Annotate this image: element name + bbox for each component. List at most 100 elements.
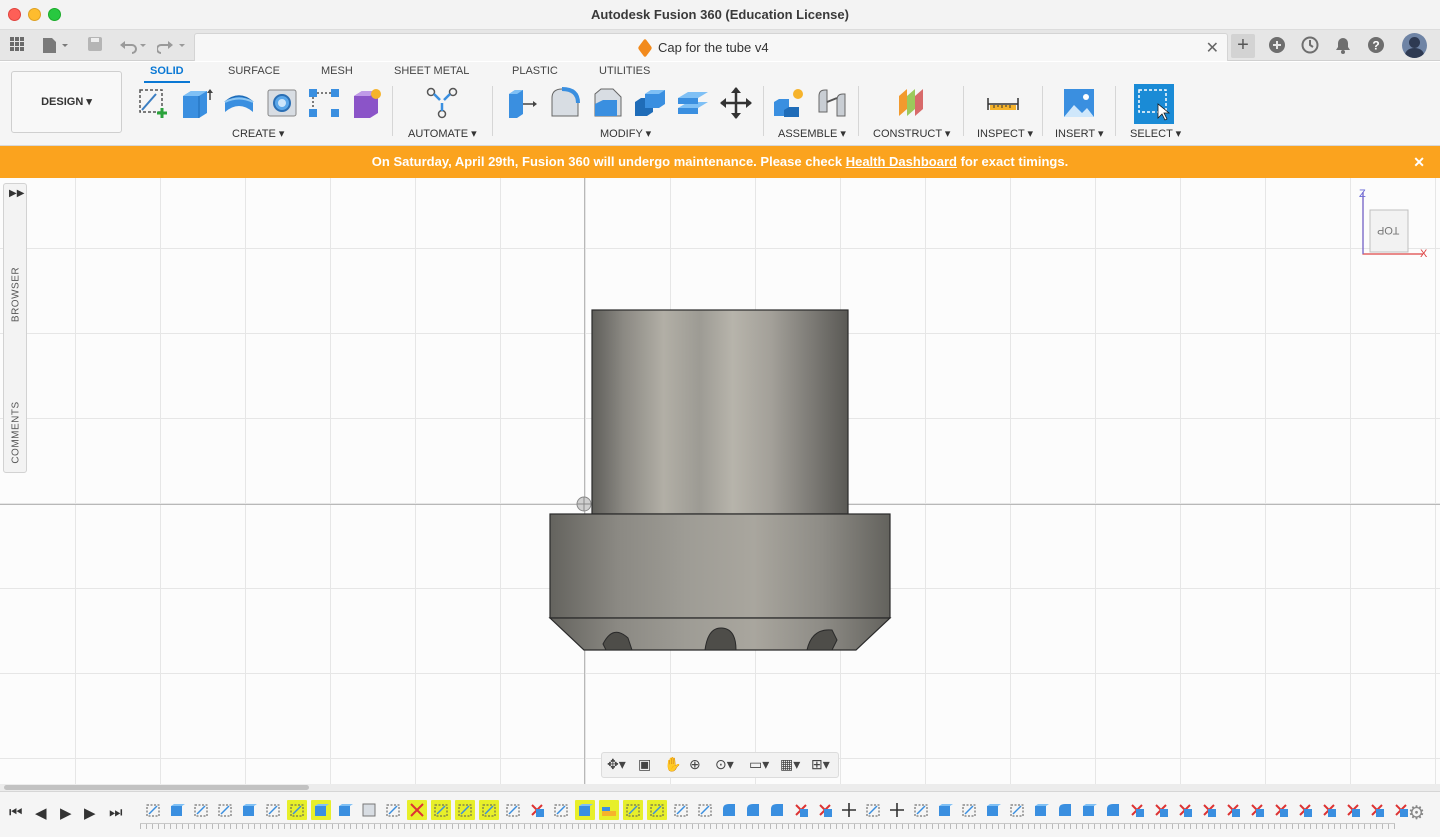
- browser-panel-tab[interactable]: BROWSER: [11, 267, 22, 322]
- close-banner-icon[interactable]: ✕: [1413, 146, 1425, 178]
- timeline-feature[interactable]: [287, 800, 307, 820]
- viewcube[interactable]: Z X TOP: [1356, 188, 1428, 260]
- step-forward-icon[interactable]: ▶: [84, 804, 96, 822]
- workspace-switcher-button[interactable]: DESIGN ▾: [11, 71, 122, 133]
- new-component-icon[interactable]: [772, 86, 806, 120]
- help-icon[interactable]: ?: [1366, 36, 1386, 56]
- timeline-feature[interactable]: [815, 800, 835, 820]
- zoom-icon[interactable]: ⊕: [689, 756, 701, 773]
- timeline-feature[interactable]: [335, 800, 355, 820]
- timeline-feature[interactable]: [1127, 800, 1147, 820]
- timeline-feature[interactable]: [191, 800, 211, 820]
- play-icon[interactable]: ▶: [60, 804, 72, 822]
- timeline-feature[interactable]: [1007, 800, 1027, 820]
- insert-image-icon[interactable]: [1062, 86, 1096, 120]
- timeline-feature[interactable]: [167, 800, 187, 820]
- measure-icon[interactable]: [986, 86, 1020, 120]
- timeline-feature[interactable]: [695, 800, 715, 820]
- timeline-feature[interactable]: [311, 800, 331, 820]
- timeline-feature[interactable]: [263, 800, 283, 820]
- cap-model[interactable]: [0, 178, 1440, 784]
- timeline-feature[interactable]: [527, 800, 547, 820]
- chamfer-icon[interactable]: [591, 86, 625, 120]
- save-icon[interactable]: [85, 36, 105, 56]
- timeline-feature[interactable]: [1223, 800, 1243, 820]
- timeline-feature[interactable]: [743, 800, 763, 820]
- insert-menu[interactable]: INSERT ▾: [1055, 127, 1104, 140]
- go-to-start-icon[interactable]: ⏮: [9, 804, 23, 821]
- timeline-feature[interactable]: [1151, 800, 1171, 820]
- modify-menu[interactable]: MODIFY ▾: [600, 127, 651, 140]
- joint-icon[interactable]: [815, 86, 849, 120]
- timeline-track[interactable]: [140, 823, 1395, 829]
- viewcube-face-label[interactable]: TOP: [1377, 224, 1399, 236]
- timeline-feature[interactable]: [1367, 800, 1387, 820]
- timeline-feature[interactable]: [503, 800, 523, 820]
- automate-menu[interactable]: AUTOMATE ▾: [408, 127, 477, 140]
- timeline-feature[interactable]: [1031, 800, 1051, 820]
- timeline-feature[interactable]: [1055, 800, 1075, 820]
- timeline-feature[interactable]: [1199, 800, 1219, 820]
- rectangular-pattern-icon[interactable]: [307, 86, 341, 120]
- file-icon[interactable]: [40, 36, 70, 56]
- timeline-feature[interactable]: [887, 800, 907, 820]
- tab-surface[interactable]: SURFACE: [228, 65, 280, 77]
- redo-icon[interactable]: [156, 36, 187, 56]
- automate-icon[interactable]: [425, 86, 459, 120]
- construct-menu[interactable]: CONSTRUCT ▾: [873, 127, 950, 140]
- timeline-feature[interactable]: [1247, 800, 1267, 820]
- timeline-feature[interactable]: [239, 800, 259, 820]
- press-pull-icon[interactable]: [505, 86, 539, 120]
- orbit-icon[interactable]: ✥▾: [607, 756, 626, 773]
- timeline-feature[interactable]: [791, 800, 811, 820]
- create-sketch-icon[interactable]: [136, 86, 170, 120]
- move-copy-icon[interactable]: [719, 86, 753, 120]
- undo-icon[interactable]: [118, 36, 148, 56]
- avatar[interactable]: [1402, 33, 1427, 58]
- tab-utilities[interactable]: UTILITIES: [599, 65, 650, 77]
- look-at-icon[interactable]: ▣: [638, 756, 651, 773]
- create-menu[interactable]: CREATE ▾: [232, 127, 284, 140]
- timeline-feature[interactable]: [383, 800, 403, 820]
- create-form-icon[interactable]: [350, 86, 384, 120]
- assemble-menu[interactable]: ASSEMBLE ▾: [778, 127, 846, 140]
- tab-plastic[interactable]: PLASTIC: [512, 65, 558, 77]
- timeline-feature[interactable]: [1295, 800, 1315, 820]
- timeline-feature[interactable]: [1343, 800, 1363, 820]
- timeline-feature[interactable]: [1079, 800, 1099, 820]
- timeline-feature[interactable]: [1175, 800, 1195, 820]
- timeline-feature[interactable]: [575, 800, 595, 820]
- timeline-feature[interactable]: [767, 800, 787, 820]
- timeline-feature[interactable]: [215, 800, 235, 820]
- step-back-icon[interactable]: ◀: [35, 804, 47, 822]
- tab-sheet-metal[interactable]: SHEET METAL: [394, 65, 469, 77]
- expand-panel-icon[interactable]: ▶▶: [9, 188, 24, 199]
- fit-icon[interactable]: ⊙▾: [715, 756, 734, 773]
- timeline-feature[interactable]: [1103, 800, 1123, 820]
- tab-mesh[interactable]: MESH: [321, 65, 353, 77]
- document-tab[interactable]: Cap for the tube v4 ✕: [194, 33, 1228, 61]
- offset-plane-icon[interactable]: [895, 86, 929, 120]
- timeline-feature[interactable]: [623, 800, 643, 820]
- revolve-icon[interactable]: [222, 86, 256, 120]
- pan-icon[interactable]: ✋: [664, 756, 681, 773]
- job-status-icon[interactable]: [1300, 36, 1320, 56]
- grid-settings-icon[interactable]: ▦▾: [780, 756, 800, 773]
- health-dashboard-link[interactable]: Health Dashboard: [846, 154, 957, 169]
- viewports-icon[interactable]: ⊞▾: [811, 756, 830, 773]
- timeline-feature[interactable]: [839, 800, 859, 820]
- select-icon[interactable]: [1134, 84, 1174, 124]
- timeline-feature[interactable]: [911, 800, 931, 820]
- extrude-icon[interactable]: [179, 86, 213, 120]
- display-settings-icon[interactable]: ▭▾: [749, 756, 769, 773]
- timeline-feature[interactable]: [983, 800, 1003, 820]
- timeline-feature[interactable]: [455, 800, 475, 820]
- viewport-canvas[interactable]: [0, 178, 1440, 784]
- grid-icon[interactable]: [8, 36, 26, 56]
- close-tab-icon[interactable]: ✕: [1206, 38, 1219, 58]
- timeline-feature[interactable]: [479, 800, 499, 820]
- notifications-icon[interactable]: [1333, 36, 1353, 56]
- comments-panel-tab[interactable]: COMMENTS: [11, 401, 22, 463]
- timeline-feature[interactable]: [599, 800, 619, 820]
- timeline-feature[interactable]: [959, 800, 979, 820]
